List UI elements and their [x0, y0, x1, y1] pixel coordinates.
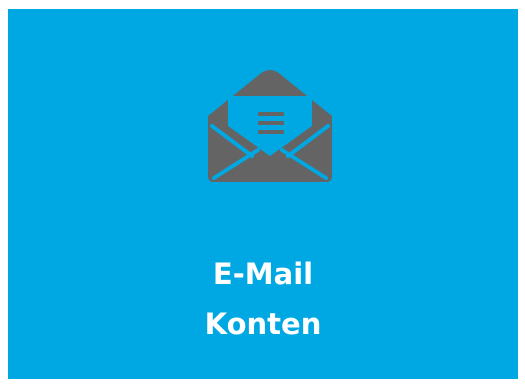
email-accounts-tile[interactable]: E-Mail Konten — [8, 9, 518, 379]
tile-title-line2: Konten — [204, 307, 322, 341]
open-envelope-icon — [208, 70, 332, 182]
tile-title-line1: E-Mail — [212, 257, 314, 291]
